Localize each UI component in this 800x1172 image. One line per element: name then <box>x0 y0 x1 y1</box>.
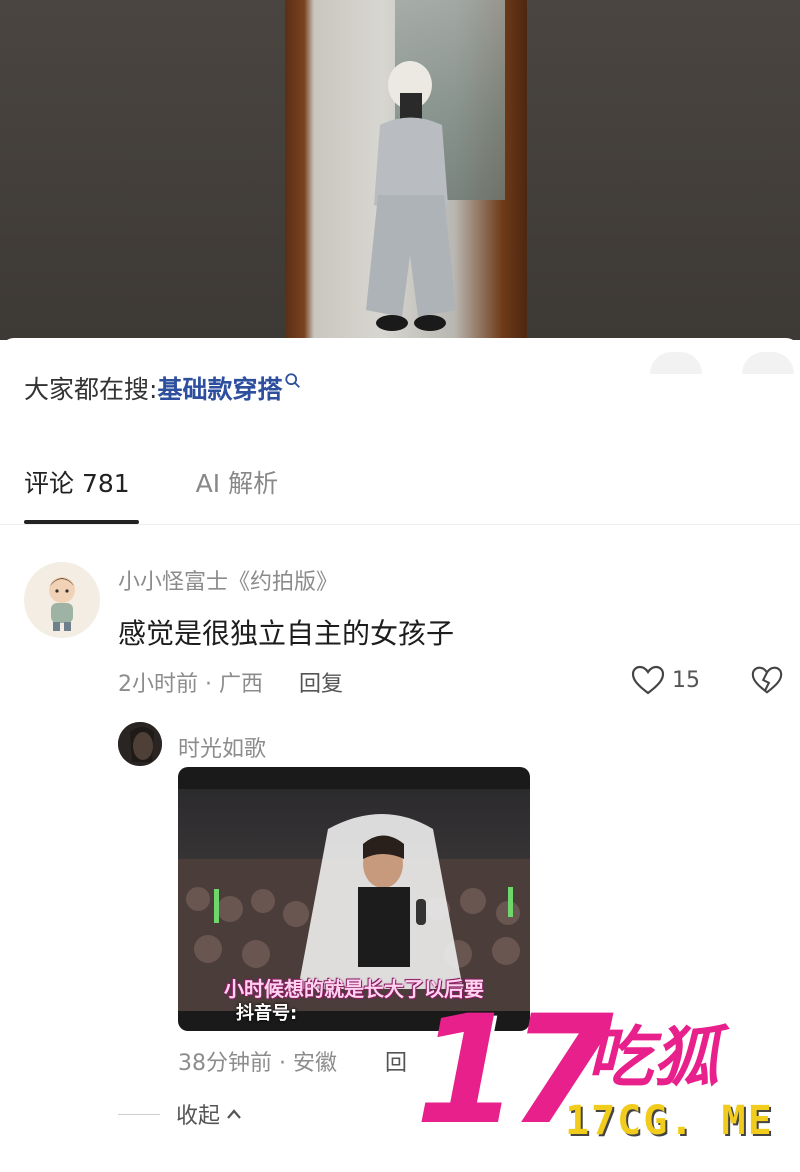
site-watermark-logo: 17 吃狐 17CG. ME <box>415 984 800 1172</box>
like-count: 15 <box>672 667 700 693</box>
heart-icon <box>631 665 665 695</box>
reply-avatar-portrait-icon <box>118 722 162 766</box>
collapse-divider <box>118 1113 160 1115</box>
broken-heart-icon <box>751 666 783 694</box>
comment-username[interactable]: 小小怪富士《约拍版》 <box>118 564 338 596</box>
collapse-label: 收起 <box>176 1104 221 1129</box>
watermark-brand: 吃狐 <box>587 1019 719 1096</box>
search-icon <box>285 373 301 388</box>
watermark-url: 17CG. ME <box>565 1098 774 1144</box>
avatar-figure-icon <box>49 577 75 631</box>
reply-avatar[interactable] <box>118 722 162 766</box>
comment-time-location: 2小时前 · 广西 <box>118 672 263 697</box>
search-suggestion[interactable]: 大家都在搜: 基础款穿搭 <box>24 370 302 406</box>
reply-time-location: 38分钟前 · 安徽 <box>178 1051 337 1076</box>
dislike-button[interactable] <box>750 664 784 700</box>
chevron-up-icon <box>227 1109 241 1119</box>
collapse-button[interactable]: 收起 <box>118 1098 242 1130</box>
avatar[interactable] <box>24 562 100 638</box>
video-frame-person <box>366 61 456 331</box>
search-suggestion-term[interactable]: 基础款穿搭 <box>157 370 282 406</box>
tabs-divider <box>0 524 800 525</box>
comment-tabs: 评论 781 AI 解析 <box>24 464 344 500</box>
search-suggestion-prefix: 大家都在搜: <box>24 375 158 404</box>
comment-meta: 2小时前 · 广西 回复 <box>118 666 343 698</box>
tab-comments[interactable]: 评论 781 <box>24 464 130 500</box>
like-button[interactable]: 15 <box>630 664 700 696</box>
tab-ai-analysis[interactable]: AI 解析 <box>196 464 278 500</box>
reply-meta: 38分钟前 · 安徽 回 <box>178 1045 407 1077</box>
comment-text: 感觉是很独立自主的女孩子 <box>118 617 455 650</box>
reply-reply-button[interactable]: 回 <box>385 1045 407 1077</box>
video-watermark: 抖音号: <box>236 1003 298 1024</box>
reply-username[interactable]: 时光如歌 <box>178 731 266 763</box>
video-player[interactable] <box>0 0 800 340</box>
reply-button[interactable]: 回复 <box>299 666 343 698</box>
